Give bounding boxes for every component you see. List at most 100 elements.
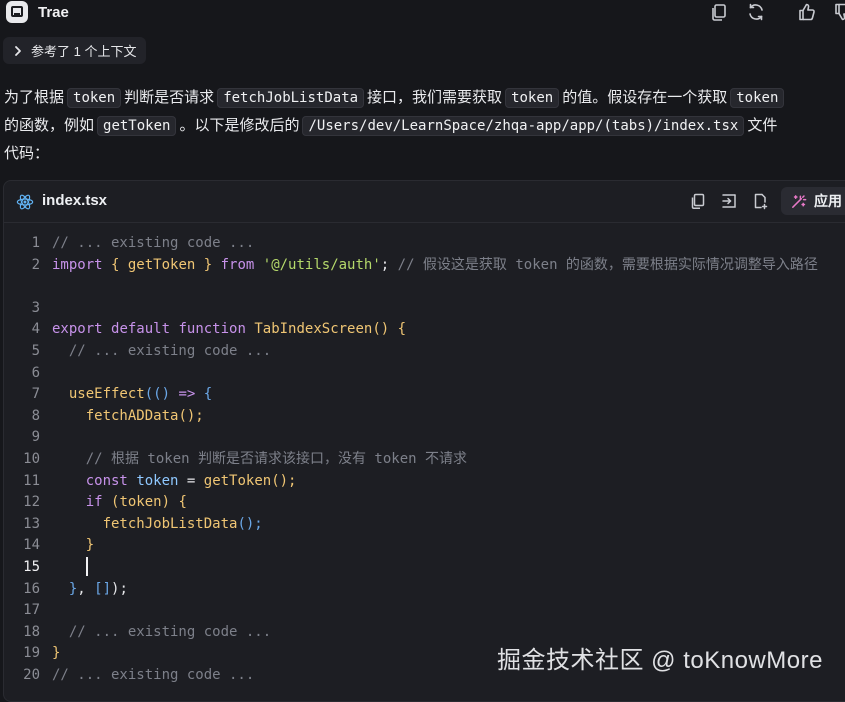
message-text: 为了根据 xyxy=(4,89,65,106)
code-token: (); xyxy=(178,407,204,424)
message-text: 文件 xyxy=(747,117,778,134)
code-block: index.tsx 应用 1// ... existing code ... 2 i… xyxy=(3,180,845,702)
code-text: }, []); xyxy=(52,579,837,601)
code-line: 10 // 根据 token 判断是否请求该接口，没有 token 不请求 xyxy=(4,449,845,471)
code-line: 15 xyxy=(4,557,845,579)
code-line: 16 }, []); xyxy=(4,579,845,601)
app-title: Trae xyxy=(38,4,69,21)
code-content[interactable]: 1 // ... existing code ... 2 import { getTo… xyxy=(4,233,845,686)
insert-icon[interactable] xyxy=(720,192,738,210)
line-number: 15 xyxy=(23,558,40,575)
code-text xyxy=(52,557,837,579)
line-number: 19 xyxy=(23,645,40,662)
code-line: 8 fetchADData(); xyxy=(4,406,845,428)
line-number: 14 xyxy=(23,537,40,554)
code-token: ( xyxy=(102,494,120,511)
code-line: 4 export default function TabIndexScreen(… xyxy=(4,319,845,341)
line-number: 7 xyxy=(31,386,40,403)
code-token: { xyxy=(195,386,213,403)
code-token: } xyxy=(52,645,61,662)
line-number: 17 xyxy=(23,602,40,619)
code-text: export default function TabIndexScreen()… xyxy=(52,319,837,341)
inline-code: token xyxy=(730,88,785,108)
code-token: TabIndexScreen xyxy=(254,321,373,338)
line-number: 13 xyxy=(23,515,40,532)
code-token: '@/utils/auth' xyxy=(262,256,381,273)
thumbs-up-icon[interactable] xyxy=(797,2,817,22)
code-token: [] xyxy=(94,580,112,597)
code-block-header: index.tsx 应用 xyxy=(4,181,845,223)
code-token: ) { xyxy=(161,494,187,511)
context-reference-toggle[interactable]: 参考了 1 个上下文 xyxy=(3,37,147,64)
line-number: 3 xyxy=(31,299,40,316)
line-number: 16 xyxy=(23,580,40,597)
code-line: 5 // ... existing code ... xyxy=(4,341,845,363)
apply-button-label: 应用 xyxy=(814,193,842,209)
inline-code: token xyxy=(505,88,560,108)
trae-logo-icon xyxy=(6,1,28,23)
code-token: getToken xyxy=(203,472,272,489)
code-token: // ... existing code ... xyxy=(52,235,255,251)
code-token: token xyxy=(119,494,162,511)
code-token: const xyxy=(85,472,128,489)
apply-button[interactable]: 应用 xyxy=(781,187,845,215)
code-token: default xyxy=(111,321,171,338)
code-token: ; xyxy=(380,256,398,273)
thumbs-down-icon[interactable] xyxy=(833,2,845,22)
code-token: // ... existing code ... xyxy=(52,666,255,683)
code-token: () { xyxy=(372,321,407,338)
line-number: 4 xyxy=(31,321,40,338)
code-token: } xyxy=(52,580,78,597)
magic-wand-icon xyxy=(792,194,807,208)
code-line: 9 xyxy=(4,427,845,449)
code-line: 6 xyxy=(4,363,845,385)
code-file-name: index.tsx xyxy=(42,192,108,209)
code-token: ); xyxy=(111,580,128,597)
line-number: 9 xyxy=(31,429,40,446)
new-file-icon[interactable] xyxy=(751,192,769,210)
code-token: getToken xyxy=(127,256,196,273)
code-token: // ... existing code ... xyxy=(52,342,272,359)
line-number: 2 xyxy=(31,256,40,273)
copy-icon[interactable] xyxy=(709,2,729,22)
code-token: = xyxy=(178,472,204,489)
message-text: 接口，我们需要获取 xyxy=(367,89,503,106)
code-token: fetchJobListData xyxy=(102,515,238,532)
code-token: // 根据 token 判断是否请求该接口，没有 token 不请求 xyxy=(52,450,468,467)
code-token: useEffect xyxy=(68,386,145,403)
code-token: { xyxy=(102,256,128,273)
copy-icon[interactable] xyxy=(689,192,707,210)
message-text: 。以下是修改后的 xyxy=(179,117,300,134)
code-line: 7 useEffect(() => { xyxy=(4,384,845,406)
code-token: } xyxy=(52,537,95,554)
message-line: 代码： xyxy=(4,140,845,168)
inline-code: fetchJobListData xyxy=(217,88,365,108)
code-token: // 假设这是获取 token 的函数，需要根据实际情况调整导入路径 xyxy=(397,256,818,273)
code-token: // ... existing code ... xyxy=(52,623,272,640)
code-token: => xyxy=(178,386,196,403)
message-line: 的函数，例如 getToken 。以下是修改后的/Users/dev/LearnSp… xyxy=(4,112,845,140)
code-line: 13 fetchJobListData(); xyxy=(4,514,845,536)
refresh-icon[interactable] xyxy=(746,2,766,22)
code-token: import xyxy=(52,256,103,273)
code-text: // 根据 token 判断是否请求该接口，没有 token 不请求 xyxy=(52,449,837,471)
top-bar: Trae xyxy=(0,0,845,26)
line-number: 20 xyxy=(23,666,40,683)
react-icon xyxy=(16,194,34,210)
code-token: function xyxy=(178,321,246,338)
code-token: fetchADData xyxy=(85,407,179,424)
code-text: // ... existing code ... xyxy=(52,341,837,363)
inline-code: token xyxy=(67,88,122,108)
code-token: (); xyxy=(271,472,297,489)
code-token: } xyxy=(195,256,221,273)
code-line: 1 // ... existing code ... xyxy=(4,233,845,255)
code-line: 17 xyxy=(4,600,845,622)
code-line: 2 import { getToken } from '@/utils/auth'… xyxy=(4,255,845,298)
line-number: 8 xyxy=(31,407,40,424)
